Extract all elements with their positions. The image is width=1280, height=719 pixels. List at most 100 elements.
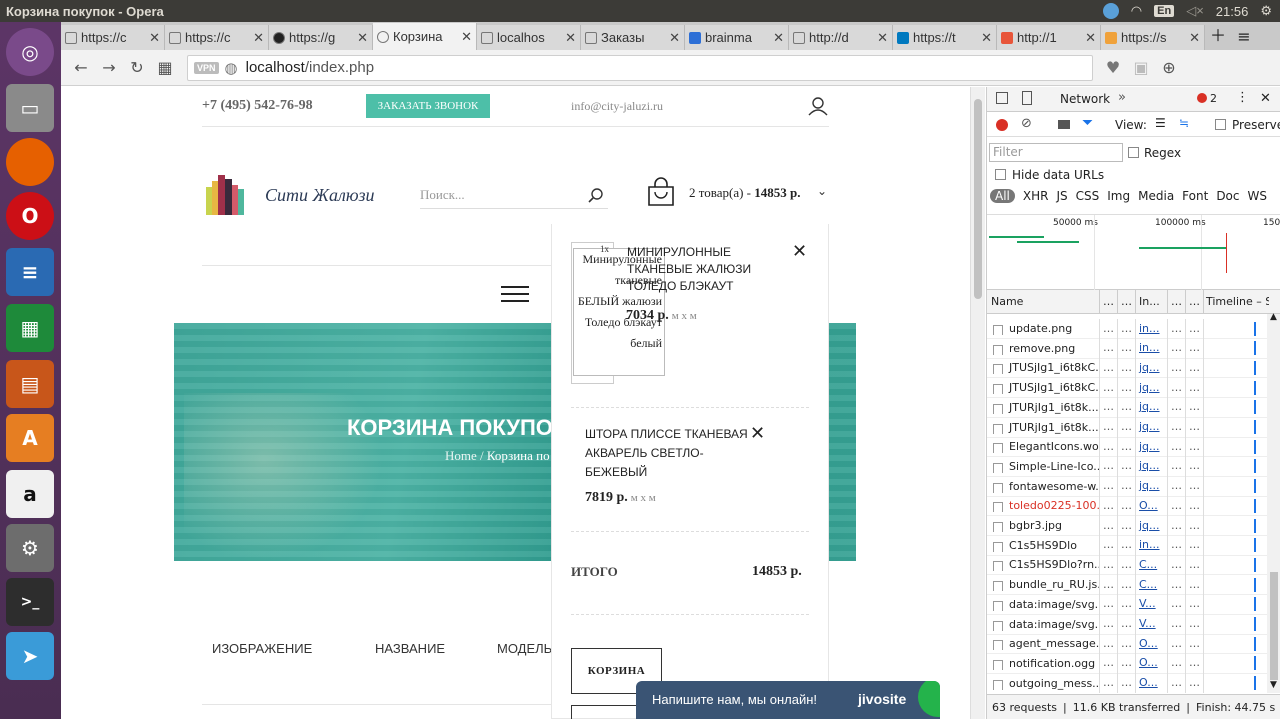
- header-email[interactable]: info@city-jaluzi.ru: [571, 99, 663, 114]
- network-overview[interactable]: 50000 ms 100000 ms 150: [987, 214, 1280, 291]
- col-size[interactable]: …: [1167, 289, 1185, 314]
- keyboard-layout[interactable]: En: [1154, 5, 1175, 17]
- network-row[interactable]: agent_message....……O...……: [987, 633, 1267, 655]
- reload-icon[interactable]: ↻: [123, 58, 151, 77]
- network-row[interactable]: remove.png…… in...……: [987, 338, 1267, 359]
- filter-icon[interactable]: ⏷: [1082, 115, 1093, 131]
- tab-menu-icon[interactable]: ≡: [1231, 27, 1257, 46]
- scrollbar-thumb[interactable]: [974, 99, 982, 299]
- search-icon[interactable]: [588, 187, 604, 203]
- inspect-icon[interactable]: [996, 92, 1008, 104]
- filter-input[interactable]: Filter: [989, 143, 1123, 162]
- waterfall-icon[interactable]: ≒: [1179, 116, 1189, 130]
- volume-icon[interactable]: ◁×: [1186, 3, 1204, 19]
- type-filter-font[interactable]: Font: [1182, 189, 1208, 203]
- tab-4-active[interactable]: Корзина ✕: [373, 23, 477, 50]
- request-name[interactable]: toledo0225-100...: [987, 499, 1099, 513]
- cell-initiator[interactable]: V...: [1135, 614, 1167, 634]
- request-name[interactable]: C1s5HS9Dlo: [987, 539, 1099, 552]
- network-row[interactable]: bgbr3.jpg…… jq...……: [987, 515, 1267, 536]
- network-row[interactable]: update.png…… in...……: [987, 319, 1267, 339]
- cart-item-name[interactable]: ШТОРА ПЛИССЕ ТКАНЕВАЯ АКВАРЕЛЬ СВЕТЛО-БЕ…: [585, 425, 750, 482]
- cell-initiator[interactable]: jq...: [1135, 456, 1167, 477]
- cart-item-name[interactable]: МИНИРУЛОННЫЕ ТКАНЕВЫЕ ЖАЛЮЗИ ТОЛЕДО БЛЭК…: [627, 244, 797, 295]
- network-row[interactable]: data:image/svg...…… V...……: [987, 594, 1267, 615]
- request-name[interactable]: bgbr3.jpg: [987, 519, 1099, 532]
- col-name[interactable]: Name: [987, 295, 1099, 308]
- cell-initiator[interactable]: C...: [1135, 554, 1167, 575]
- page-scrollbar[interactable]: [970, 87, 985, 719]
- large-rows-icon[interactable]: ☰: [1155, 116, 1166, 130]
- request-name[interactable]: update.png: [987, 322, 1099, 335]
- request-name[interactable]: data:image/svg...: [987, 618, 1099, 631]
- network-row[interactable]: Simple-Line-Ico...…… jq...……: [987, 456, 1267, 477]
- cart-summary[interactable]: 2 товар(а) - 14853 р.: [689, 185, 801, 201]
- network-tray-icon[interactable]: [1102, 3, 1119, 19]
- forward-icon[interactable]: →: [95, 58, 123, 77]
- network-row[interactable]: JTURjIg1_i6t8k...…… jq...……: [987, 397, 1267, 418]
- user-account-icon[interactable]: [808, 96, 828, 116]
- remove-item-close-icon[interactable]: ✕: [750, 423, 765, 444]
- type-filter-doc[interactable]: Doc: [1216, 189, 1239, 203]
- preserve-log-checkbox[interactable]: [1215, 119, 1226, 130]
- capture-screenshots-icon[interactable]: [1058, 120, 1070, 129]
- request-name[interactable]: JTUSjIg1_i6t8kC...: [987, 361, 1099, 375]
- close-icon[interactable]: ✕: [773, 30, 784, 46]
- scroll-down-icon[interactable]: ▼: [1270, 680, 1277, 690]
- bookmark-heart-icon[interactable]: ♥: [1099, 58, 1127, 77]
- close-icon[interactable]: ✕: [565, 30, 576, 46]
- request-name[interactable]: outgoing_mess...: [987, 677, 1099, 690]
- type-filter-img[interactable]: Img: [1107, 189, 1130, 203]
- more-tabs-icon[interactable]: »: [1118, 90, 1126, 105]
- request-name[interactable]: data:image/svg...: [987, 598, 1099, 611]
- back-icon[interactable]: ←: [67, 58, 95, 77]
- request-name[interactable]: remove.png: [987, 342, 1099, 355]
- opera-icon[interactable]: O: [6, 192, 54, 240]
- network-row[interactable]: JTURjIg1_i6t8k...…… jq...……: [987, 417, 1267, 438]
- request-name[interactable]: notification.ogg: [987, 657, 1099, 670]
- close-icon[interactable]: ✕: [461, 29, 472, 45]
- snapshot-icon[interactable]: ▣: [1127, 58, 1155, 77]
- request-name[interactable]: ElegantIcons.woff: [987, 440, 1099, 454]
- type-filter-all[interactable]: All: [990, 189, 1015, 203]
- hamburger-menu-icon[interactable]: [501, 285, 529, 303]
- file-manager-icon[interactable]: ▭: [6, 84, 54, 132]
- type-filter-xhr[interactable]: XHR: [1023, 189, 1049, 203]
- network-row[interactable]: fontawesome-w...…… jq...……: [987, 476, 1267, 497]
- network-row[interactable]: data:image/svg...…… V...……: [987, 614, 1267, 635]
- tab-10[interactable]: http://1 ✕: [997, 25, 1101, 50]
- tab-5[interactable]: localhos ✕: [477, 25, 581, 50]
- scroll-up-icon[interactable]: ▲: [1270, 312, 1277, 322]
- request-name[interactable]: JTURjIg1_i6t8k...: [987, 401, 1099, 414]
- rows-scroll-thumb[interactable]: [1270, 572, 1278, 680]
- cell-initiator[interactable]: jq...: [1135, 436, 1167, 457]
- close-icon[interactable]: ✕: [1189, 30, 1200, 46]
- network-row[interactable]: JTUSjIg1_i6t8kC...…… jq...……: [987, 357, 1267, 379]
- site-info-icon[interactable]: ◍: [225, 59, 238, 77]
- tab-8[interactable]: http://d ✕: [789, 25, 893, 50]
- network-row[interactable]: C1s5HS9Dlo…… in...……: [987, 535, 1267, 556]
- clock[interactable]: 21:56: [1216, 4, 1249, 19]
- close-icon[interactable]: ✕: [357, 30, 368, 46]
- chat-widget[interactable]: Напишите нам, мы онлайн! jivosite: [636, 681, 940, 719]
- network-row[interactable]: ElegantIcons.woff…… jq...……: [987, 436, 1267, 458]
- vpn-badge[interactable]: VPN: [194, 61, 219, 74]
- request-name[interactable]: agent_message....: [987, 637, 1099, 651]
- writer-icon[interactable]: ≡: [6, 248, 54, 296]
- close-icon[interactable]: ✕: [149, 30, 160, 46]
- tab-2[interactable]: https://c ✕: [165, 25, 269, 50]
- cell-initiator[interactable]: in...: [1135, 319, 1167, 339]
- cell-initiator[interactable]: jq...: [1135, 476, 1167, 497]
- terminal-icon[interactable]: >_: [6, 578, 54, 626]
- col-status[interactable]: …: [1099, 289, 1117, 314]
- tab-11[interactable]: https://s ✕: [1101, 25, 1205, 50]
- cell-initiator[interactable]: O...: [1135, 495, 1167, 516]
- close-icon[interactable]: ✕: [669, 30, 680, 46]
- remove-item-close-icon[interactable]: ✕: [792, 241, 807, 262]
- tab-3[interactable]: https://g ✕: [269, 25, 373, 50]
- tab-9[interactable]: https://t ✕: [893, 25, 997, 50]
- rows-scrollbar[interactable]: ▲ ▼: [1267, 312, 1280, 693]
- network-row[interactable]: C1s5HS9Dlo?rn...…… C...……: [987, 554, 1267, 576]
- cell-initiator[interactable]: in...: [1135, 338, 1167, 359]
- calc-icon[interactable]: ▦: [6, 304, 54, 352]
